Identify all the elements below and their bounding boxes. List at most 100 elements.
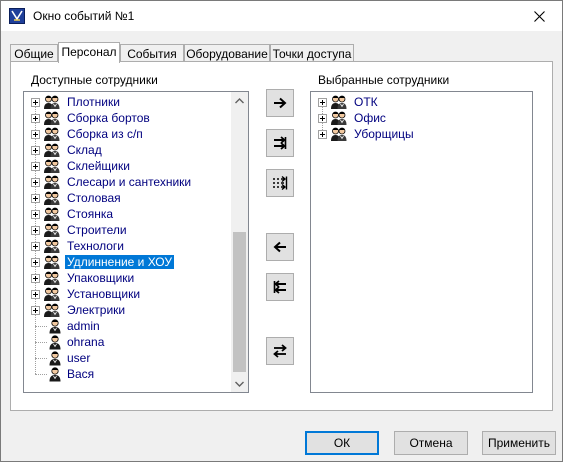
close-button[interactable]	[516, 1, 562, 31]
people-group-icon	[44, 127, 60, 141]
people-group-icon	[44, 111, 60, 125]
tree-item-label: admin	[67, 319, 100, 333]
expand-icon[interactable]	[31, 258, 40, 267]
tree-group-item[interactable]: Склейщики	[24, 158, 248, 174]
tab-events[interactable]: События	[120, 44, 184, 61]
expand-icon[interactable]	[31, 210, 40, 219]
tab-general[interactable]: Общие	[10, 44, 58, 61]
cancel-button[interactable]: Отмена	[394, 431, 468, 455]
available-employees-tree[interactable]: Плотники Сборка бортов Сборка из с/п Склад С…	[23, 91, 249, 393]
tab-personnel[interactable]: Персонал	[58, 42, 120, 63]
add-all-button[interactable]	[266, 129, 294, 157]
expand-icon[interactable]	[31, 226, 40, 235]
expand-icon[interactable]	[31, 114, 40, 123]
move-all-left-icon	[273, 280, 286, 294]
tree-user-item[interactable]: admin	[24, 318, 248, 334]
arrow-right-icon	[274, 97, 287, 109]
expand-icon[interactable]	[31, 98, 40, 107]
tab-access-points[interactable]: Точки доступа	[270, 44, 354, 61]
tree-group-item[interactable]: Слесари и сантехники	[24, 174, 248, 190]
tree-group-item[interactable]: Плотники	[24, 94, 248, 110]
swap-icon	[273, 344, 287, 358]
expand-icon[interactable]	[31, 306, 40, 315]
tree-line	[35, 374, 47, 375]
move-all-right-icon	[274, 136, 287, 150]
window-title: Окно событий №1	[33, 9, 135, 23]
expand-icon[interactable]	[318, 114, 327, 123]
tree-group-item[interactable]: Электрики	[24, 302, 248, 318]
people-group-icon	[331, 111, 347, 125]
tree-group-item[interactable]: Упаковщики	[24, 270, 248, 286]
ok-button[interactable]: ОК	[305, 431, 379, 455]
tree-group-item[interactable]: Технологи	[24, 238, 248, 254]
tree-item-label: Офис	[354, 111, 386, 125]
tree-item-label: ohrana	[67, 335, 105, 349]
expand-icon[interactable]	[31, 130, 40, 139]
expand-icon[interactable]	[318, 98, 327, 107]
people-group-icon	[44, 271, 60, 285]
tree-group-item[interactable]: Сборка бортов	[24, 110, 248, 126]
add-tree-button[interactable]	[266, 169, 294, 197]
expand-icon[interactable]	[31, 162, 40, 171]
expand-icon[interactable]	[31, 146, 40, 155]
selected-employees-tree[interactable]: ОТК Офис Уборщицы	[310, 91, 533, 393]
expand-icon[interactable]	[31, 242, 40, 251]
people-group-icon	[44, 159, 60, 173]
tree-item-label: Вася	[67, 367, 95, 381]
tree-group-item[interactable]: Склад	[24, 142, 248, 158]
tab-label: Точки доступа	[272, 47, 352, 61]
arrow-left-icon	[273, 241, 286, 253]
tree-item-label: Склейщики	[67, 159, 130, 173]
tree-item-label: Сборка из с/п	[67, 127, 143, 141]
tree-group-item[interactable]: Удлиннение и ХОУ	[24, 254, 248, 270]
move-tree-right-icon	[273, 175, 288, 191]
people-group-icon	[44, 95, 60, 109]
remove-selected-button[interactable]	[266, 233, 294, 261]
people-group-icon	[44, 303, 60, 317]
tree-item-label: Удлиннение и ХОУ	[65, 255, 174, 269]
tree-group-item[interactable]: Офис	[311, 110, 532, 126]
people-group-icon	[331, 127, 347, 141]
tree-group-item[interactable]: Уборщицы	[311, 126, 532, 142]
tree-item-label: Электрики	[67, 303, 126, 317]
tree-item-label: Склад	[67, 143, 102, 157]
apply-button[interactable]: Применить	[482, 431, 556, 455]
expand-icon[interactable]	[31, 194, 40, 203]
tree-group-item[interactable]: Установщики	[24, 286, 248, 302]
tree-group-item[interactable]: Стоянка	[24, 206, 248, 222]
tree-group-item[interactable]: Строители	[24, 222, 248, 238]
expand-icon[interactable]	[318, 130, 327, 139]
title-bar: Окно событий №1	[1, 1, 562, 31]
people-group-icon	[44, 223, 60, 237]
swap-button[interactable]	[266, 337, 294, 365]
tree-item-label: Слесари и сантехники	[67, 175, 192, 189]
remove-all-button[interactable]	[266, 273, 294, 301]
people-group-icon	[44, 239, 60, 253]
add-selected-button[interactable]	[266, 89, 294, 117]
available-scrollbar[interactable]	[231, 92, 248, 392]
expand-icon[interactable]	[31, 290, 40, 299]
tree-item-label: Технологи	[67, 239, 124, 253]
tree-item-label: Сборка бортов	[67, 111, 150, 125]
tree-item-label: Установщики	[67, 287, 141, 301]
tree-group-item[interactable]: ОТК	[311, 94, 532, 110]
chevron-down-icon	[235, 381, 244, 387]
people-group-icon	[44, 175, 60, 189]
tab-label: Общие	[14, 47, 54, 61]
people-group-icon	[44, 143, 60, 157]
close-icon	[533, 10, 545, 22]
tree-group-item[interactable]: Столовая	[24, 190, 248, 206]
tree-group-item[interactable]: Сборка из с/п	[24, 126, 248, 142]
tab-equipment[interactable]: Оборудование	[184, 44, 270, 61]
expand-icon[interactable]	[31, 274, 40, 283]
scroll-thumb[interactable]	[233, 232, 246, 372]
expand-icon[interactable]	[31, 178, 40, 187]
selected-list-label: Выбранные сотрудники	[318, 73, 450, 87]
tree-user-item[interactable]: ohrana	[24, 334, 248, 350]
chevron-up-icon	[235, 97, 244, 103]
people-group-icon	[44, 255, 60, 269]
scroll-down-button[interactable]	[231, 375, 248, 392]
scroll-up-button[interactable]	[231, 92, 248, 109]
tree-user-item[interactable]: Вася	[24, 366, 248, 382]
tree-user-item[interactable]: user	[24, 350, 248, 366]
